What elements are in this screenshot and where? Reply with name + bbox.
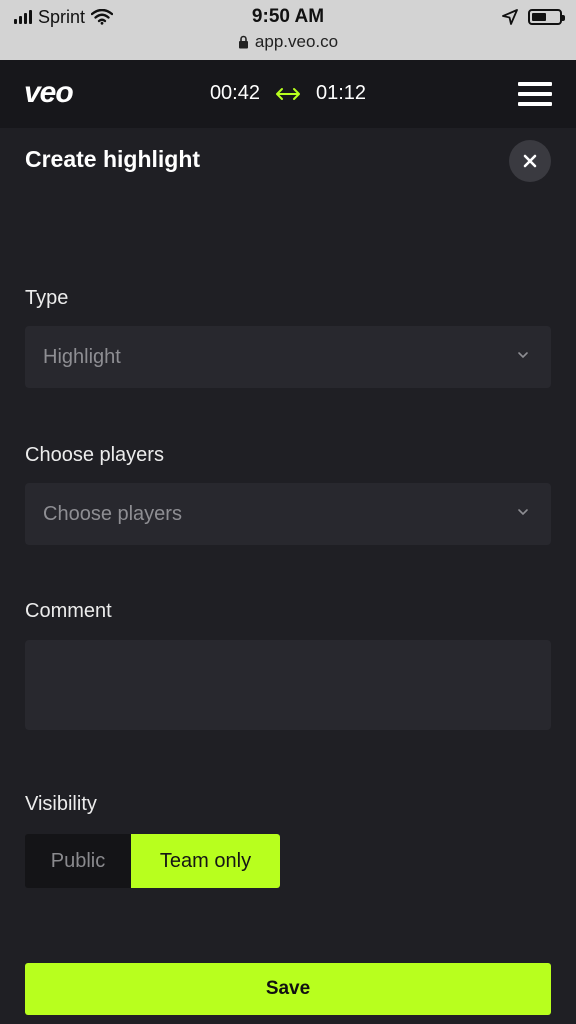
visibility-toggle: Public Team only: [25, 834, 280, 888]
status-time: 9:50 AM: [251, 6, 325, 27]
app-header: veo 00:42 01:12: [0, 60, 576, 128]
type-select[interactable]: Highlight: [25, 326, 551, 388]
lock-icon: [238, 35, 248, 49]
status-right: [502, 6, 565, 28]
double-arrow-icon: [276, 87, 300, 100]
players-select-placeholder: Choose players: [43, 502, 182, 525]
visibility-label: Visibility: [25, 793, 97, 815]
url-bar[interactable]: app.veo.co: [0, 32, 576, 52]
clip-range: 00:42 01:12: [0, 82, 576, 105]
end-time[interactable]: 01:12: [316, 82, 366, 105]
players-select[interactable]: Choose players: [25, 483, 551, 545]
location-arrow-icon: [502, 9, 518, 25]
players-label: Choose players: [25, 444, 164, 466]
start-time[interactable]: 00:42: [210, 82, 260, 105]
type-label: Type: [25, 287, 69, 309]
close-icon: [523, 154, 537, 168]
hamburger-icon[interactable]: [518, 82, 552, 106]
type-select-value: Highlight: [43, 345, 121, 368]
chevron-down-icon: [518, 352, 528, 359]
chevron-down-icon: [518, 509, 528, 516]
status-bar: Sprint 9:50 AM app.veo.co: [0, 0, 576, 60]
save-button[interactable]: Save: [25, 963, 551, 1015]
url-text: app.veo.co: [254, 32, 339, 51]
comment-field[interactable]: [25, 640, 551, 730]
close-button[interactable]: [509, 140, 551, 182]
visibility-option-team-only[interactable]: Team only: [131, 834, 280, 888]
comment-label: Comment: [25, 600, 112, 622]
battery-icon: [528, 9, 565, 25]
visibility-option-public[interactable]: Public: [25, 834, 131, 888]
panel-title: Create highlight: [25, 146, 201, 172]
battery-level: [532, 13, 546, 21]
